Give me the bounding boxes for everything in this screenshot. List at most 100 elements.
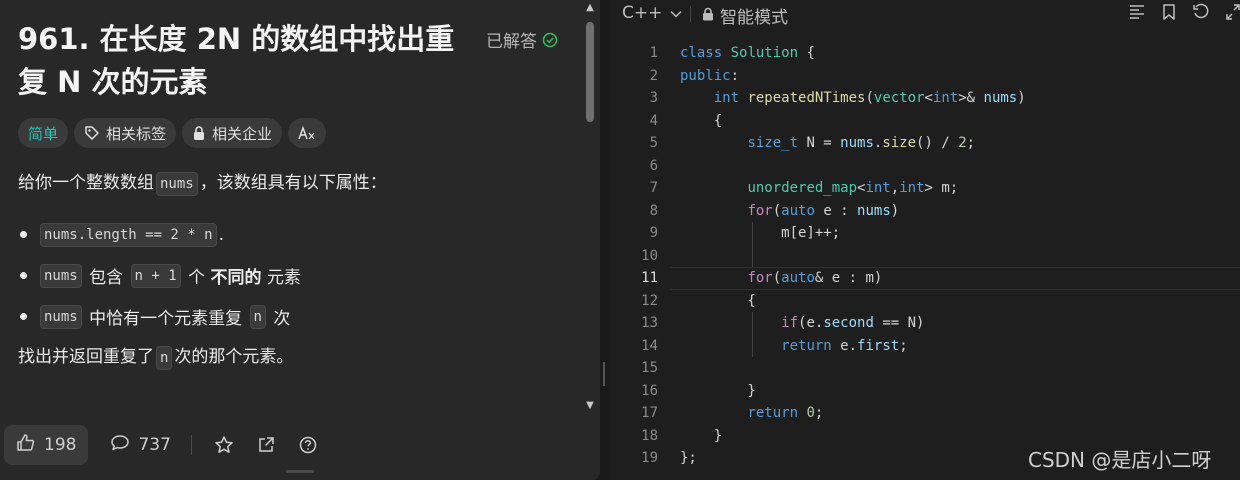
line-number-gutter: 1 2 3 4 5 6 7 8 9 10 11 12 13 14 15 16 17 18 19 <box>610 42 668 470</box>
panel-resize-handle[interactable] <box>286 470 314 473</box>
list-item-text: 元素 <box>266 268 301 288</box>
divider <box>690 6 691 22</box>
comment-count: 737 <box>138 435 171 455</box>
language-selector[interactable]: C++ <box>622 3 682 23</box>
inline-code: n + 1 <box>130 263 181 288</box>
list-item: nums.length == 2 * n. <box>18 214 301 255</box>
like-button[interactable]: 198 <box>4 425 89 465</box>
format-icon[interactable] <box>1128 4 1146 20</box>
code-line[interactable]: m[e]++; <box>680 222 1026 245</box>
difficulty-badge[interactable]: 简单 <box>18 118 69 148</box>
related-companies-button[interactable]: 相关企业 <box>182 118 283 148</box>
code-line[interactable]: { <box>680 290 1026 313</box>
intro-text: 给你一个整数数组 <box>18 173 154 193</box>
chevron-down-icon <box>670 3 682 23</box>
inline-code: nums <box>40 304 82 329</box>
list-item: nums 包含 n + 1 个 不同的 元素 <box>18 255 301 296</box>
problem-task: 找出并返回重复了 n 次的那个元素。 <box>18 344 293 370</box>
lock-icon <box>192 125 206 141</box>
editor-toolbar: C++ 智能模式 <box>610 0 1240 28</box>
description-scrollbar[interactable]: ▲ ▼ <box>584 2 596 418</box>
lock-icon <box>702 6 714 26</box>
code-line[interactable]: for(auto& e : m) <box>680 267 1026 290</box>
line-number: 2 <box>649 67 658 84</box>
inline-code: n <box>249 304 266 329</box>
property-list: nums.length == 2 * n. nums 包含 n + 1 个 不同… <box>18 214 301 337</box>
line-number: 6 <box>649 157 658 174</box>
favorite-button[interactable] <box>214 435 234 455</box>
editor-mode-toggle[interactable]: 智能模式 <box>702 3 788 28</box>
like-count: 198 <box>44 435 77 455</box>
line-number: 14 <box>641 337 658 354</box>
problem-title[interactable]: 961. 在长度 2N 的数组中找出重复 N 次的元素 <box>18 18 468 104</box>
panel-splitter-handle[interactable] <box>603 362 605 386</box>
code-line[interactable]: if(e.second == N) <box>680 312 1026 335</box>
line-number: 1 <box>649 45 658 61</box>
list-item-text: 次 <box>273 309 291 329</box>
bookmark-icon[interactable] <box>1162 3 1176 21</box>
scroll-up-arrow-icon[interactable]: ▲ <box>584 2 596 14</box>
related-tags-label: 相关标签 <box>106 124 167 143</box>
code-line[interactable]: } <box>680 425 1026 448</box>
problem-description: 961. 在长度 2N 的数组中找出重复 N 次的元素 已解答 简单 相关标签 <box>18 0 578 420</box>
translate-button[interactable] <box>288 118 327 148</box>
code-line[interactable]: unordered_map<int,int> m; <box>680 177 1026 200</box>
code-line[interactable]: class Solution { <box>680 42 1026 65</box>
solved-label: 已解答 <box>486 32 537 52</box>
share-button[interactable] <box>256 435 276 455</box>
translate-icon <box>298 125 316 141</box>
line-number: 7 <box>649 180 658 196</box>
code-line[interactable]: } <box>680 380 1026 403</box>
list-item-text: 个 <box>188 268 206 288</box>
share-icon <box>256 435 276 455</box>
problem-intro: 给你一个整数数组 nums ，该数组具有以下属性： <box>18 170 578 196</box>
inline-code: nums.length == 2 * n <box>40 222 217 247</box>
line-number: 4 <box>649 112 658 129</box>
code-line[interactable]: { <box>680 110 1026 133</box>
code-line[interactable]: ​ <box>680 245 1026 268</box>
code-line[interactable]: ​ <box>680 155 1026 178</box>
emphasis-text: 不同的 <box>210 268 262 288</box>
star-icon <box>214 435 234 455</box>
line-number: 3 <box>649 90 658 106</box>
language-label: C++ <box>622 3 663 23</box>
code-line[interactable]: ​ <box>680 357 1026 380</box>
code-line[interactable]: size_t N = nums.size() / 2; <box>680 132 1026 155</box>
code-line[interactable]: int repeatedNTimes(vector<int>& nums) <box>680 87 1026 110</box>
inline-code: nums <box>40 263 82 288</box>
related-companies-label: 相关企业 <box>212 124 273 143</box>
code-line[interactable]: return e.first; <box>680 335 1026 358</box>
difficulty-label: 简单 <box>28 124 59 143</box>
code-line[interactable]: return 0; <box>680 402 1026 425</box>
list-item: nums 中恰有一个元素重复 n 次 <box>18 296 301 337</box>
task-text: 找出并返回重复了 <box>18 347 154 367</box>
line-number: 11 <box>641 270 658 286</box>
check-circle-icon <box>542 32 558 48</box>
related-tags-button[interactable]: 相关标签 <box>74 118 177 148</box>
code-line[interactable]: for(auto e : nums) <box>680 200 1026 223</box>
scrollbar-thumb[interactable] <box>586 22 594 122</box>
solved-status: 已解答 <box>486 27 558 52</box>
line-number: 9 <box>649 225 658 241</box>
action-bar: 198 737 <box>0 422 600 468</box>
scroll-down-arrow-icon[interactable]: ▼ <box>584 400 596 412</box>
code-line[interactable]: public: <box>680 65 1026 88</box>
tag-icon <box>84 125 100 141</box>
expand-icon[interactable] <box>1226 3 1240 21</box>
code-area[interactable]: class Solution {public: int repeatedNTim… <box>680 42 1026 470</box>
code-line[interactable]: }; <box>680 447 1026 470</box>
comment-icon <box>110 433 130 458</box>
line-number: 13 <box>641 315 658 331</box>
line-number: 17 <box>641 405 658 421</box>
question-circle-icon <box>298 435 318 455</box>
comments-button[interactable]: 737 <box>110 433 171 458</box>
help-button[interactable] <box>298 435 318 455</box>
reset-icon[interactable] <box>1192 3 1210 21</box>
tag-row: 简单 相关标签 相关企业 <box>18 118 327 148</box>
inline-code: n <box>156 346 173 370</box>
line-number: 12 <box>641 292 658 309</box>
task-suffix: 次的那个元素。 <box>174 347 294 367</box>
watermark: CSDN @是店小二呀 <box>1028 448 1212 472</box>
list-item-text: 中恰有一个元素重复 <box>89 309 243 329</box>
code-editor-panel: C++ 智能模式 1 2 3 4 5 6 7 8 9 10 11 12 13 1… <box>610 0 1240 480</box>
